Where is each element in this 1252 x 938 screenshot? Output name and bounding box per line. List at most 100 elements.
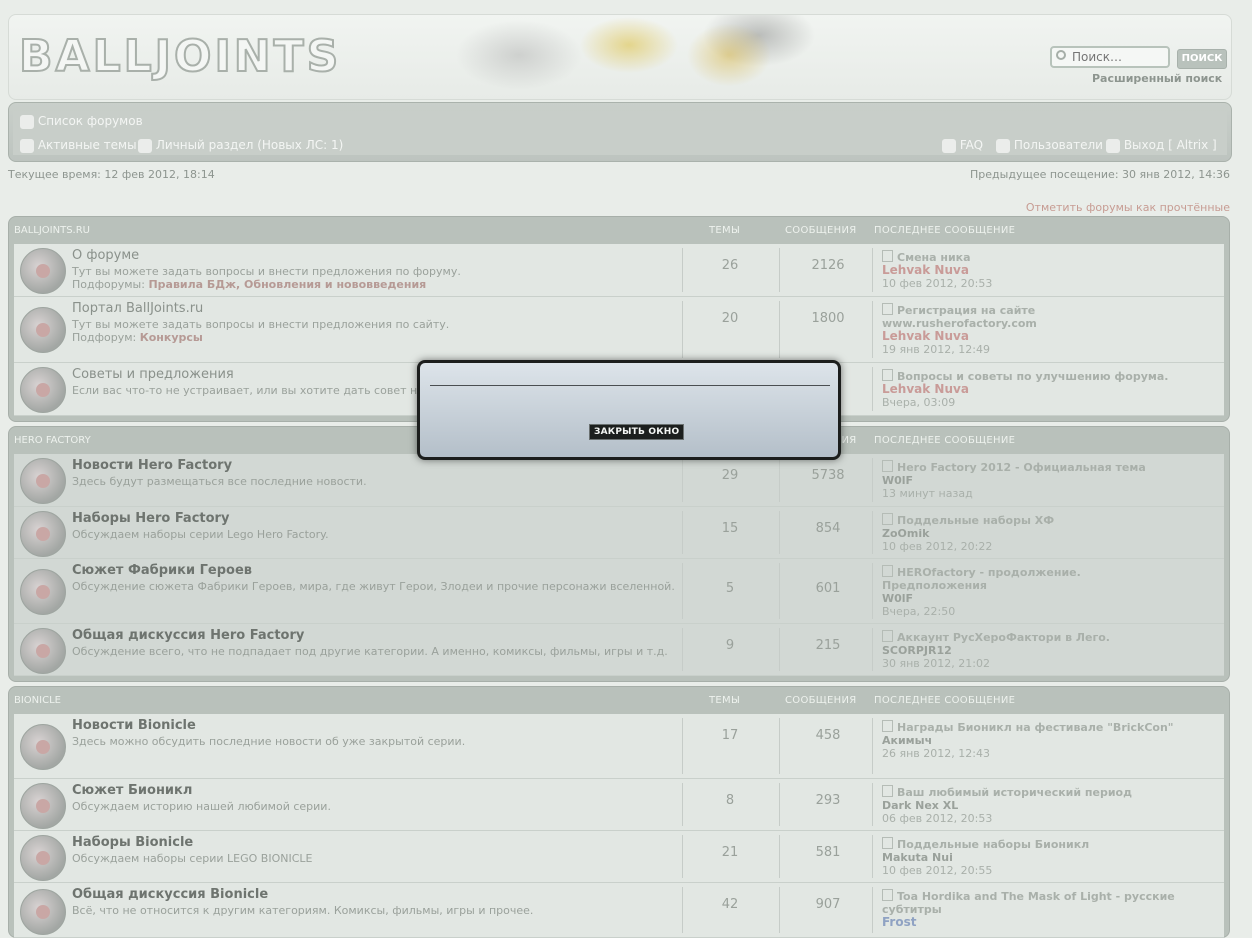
forum-title[interactable]: Наборы Hero Factory xyxy=(72,511,229,526)
search-button[interactable]: ПОИСК xyxy=(1177,49,1227,69)
divider xyxy=(779,511,780,554)
last-post: Вопросы и советы по улучшению форума. Le… xyxy=(882,369,1182,409)
last-post-user[interactable]: SCORPJR12 xyxy=(882,644,1182,657)
topic-count: 21 xyxy=(721,845,739,860)
logout-link[interactable]: Выход [ Altrix ] xyxy=(1124,138,1217,152)
category-title[interactable]: HERO FACTORY xyxy=(14,435,91,446)
last-post-title[interactable]: Toa Hordika and The Mask of Light - русс… xyxy=(882,890,1175,916)
forum-status-icon xyxy=(20,511,66,557)
divider xyxy=(872,718,873,774)
last-post-title[interactable]: Ваш любимый исторический период xyxy=(897,786,1132,799)
forum-status-icon xyxy=(20,248,66,294)
last-post-title[interactable]: Поддельные наборы Бионикл xyxy=(897,838,1089,851)
forum-title[interactable]: О форуме xyxy=(72,248,139,263)
forum-description: Обсуждаем наборы серии LEGO BIONICLE xyxy=(72,852,313,865)
search-input[interactable] xyxy=(1050,46,1170,68)
forum-title[interactable]: Общая дискуссия Bionicle xyxy=(72,887,268,902)
last-post-title[interactable]: Hero Factory 2012 - Официальная тема xyxy=(897,461,1146,474)
forum-status-icon xyxy=(20,889,66,935)
subforums-label: Подфорумы: xyxy=(72,278,145,291)
last-post-title[interactable]: Аккаунт РусХероФактори в Лего. xyxy=(897,631,1110,644)
faq-link[interactable]: FAQ xyxy=(960,138,983,152)
post-icon xyxy=(882,250,893,262)
nav-users[interactable]: Пользователи xyxy=(996,138,1103,153)
private-section-link[interactable]: Личный раздел (Новых ЛС: 1) xyxy=(156,138,343,152)
last-post-user[interactable]: Акимыч xyxy=(882,734,1182,747)
last-post-user[interactable]: Lehvak Nuva xyxy=(882,383,1182,396)
last-post: Toa Hordika and The Mask of Light - русс… xyxy=(882,889,1182,929)
active-topics-link[interactable]: Активные темы xyxy=(38,138,137,152)
nav-active-topics[interactable]: Активные темы xyxy=(20,138,137,153)
forum-title[interactable]: Новости Bionicle xyxy=(72,718,196,733)
category-hero-factory: HERO FACTORY ТЕМЫ СООБЩЕНИЯ ПОСЛЕДНЕЕ СО… xyxy=(8,426,1230,682)
nav-private[interactable]: Личный раздел (Новых ЛС: 1) xyxy=(138,138,343,153)
forum-list-link[interactable]: Список форумов xyxy=(38,114,143,128)
divider xyxy=(872,301,873,358)
post-icon xyxy=(882,460,893,472)
post-count: 1800 xyxy=(811,311,845,326)
nav-faq[interactable]: FAQ xyxy=(942,138,983,153)
forum-title[interactable]: Общая дискуссия Hero Factory xyxy=(72,628,304,643)
last-post-user[interactable]: Makuta Nui xyxy=(882,851,1182,864)
subforums: Подфорумы: Правила БДж, Обновления и нов… xyxy=(72,278,426,291)
topic-count: 29 xyxy=(721,468,739,483)
last-post-user[interactable]: Frost xyxy=(882,916,1182,929)
forum-title[interactable]: Советы и предложения xyxy=(72,367,234,382)
last-post-title[interactable]: HEROfactory - продолжение. Предположения xyxy=(882,566,1081,592)
active-topics-icon xyxy=(20,138,34,153)
advanced-search-link[interactable]: Расширенный поиск xyxy=(1092,72,1222,85)
private-messages-icon xyxy=(138,138,152,153)
forum-row: Новости Hero Factory Здесь будут размеща… xyxy=(14,454,1224,507)
category-title[interactable]: BALLJOINTS.RU xyxy=(14,225,90,236)
forum-title[interactable]: Портал BallJoints.ru xyxy=(72,301,203,316)
last-post-user[interactable]: Lehvak Nuva xyxy=(882,330,1182,343)
last-post: Поддельные наборы ХФ ZoOmik 10 фев 2012,… xyxy=(882,513,1182,553)
forum-title[interactable]: Сюжет Фабрики Героев xyxy=(72,563,252,578)
last-post: Награды Бионикл на фестивале "BrickCon" … xyxy=(882,720,1182,760)
forum-title[interactable]: Новости Hero Factory xyxy=(72,458,232,473)
divider xyxy=(779,887,780,933)
forum-title[interactable]: Сюжет Бионикл xyxy=(72,783,192,798)
nav-logout[interactable]: Выход [ Altrix ] xyxy=(1106,138,1217,153)
last-post-date: Вчера, 22:50 xyxy=(882,605,956,618)
forum-status-icon xyxy=(20,569,66,615)
nav-forum-list[interactable]: Список форумов xyxy=(20,114,143,129)
col-last: ПОСЛЕДНЕЕ СООБЩЕНИЕ xyxy=(874,435,1016,446)
nav-bar xyxy=(8,102,1232,162)
mark-forums-read-link[interactable]: Отметить форумы как прочтённые xyxy=(1026,201,1230,214)
last-post-user[interactable]: ZoOmik xyxy=(882,527,1182,540)
last-post-user[interactable]: Dark Nex XL xyxy=(882,799,1182,812)
last-post-title[interactable]: Регистрация на сайте www.rusherofactory.… xyxy=(882,304,1037,330)
forum-title[interactable]: Наборы Bionicle xyxy=(72,835,193,850)
divider xyxy=(872,248,873,292)
users-icon xyxy=(996,138,1010,153)
last-post-date: 19 янв 2012, 12:49 xyxy=(882,343,990,356)
last-post: Ваш любимый исторический период Dark Nex… xyxy=(882,785,1182,825)
last-post-user[interactable]: W0lF xyxy=(882,592,1182,605)
subforum-links[interactable]: Правила БДж, Обновления и нововведения xyxy=(148,278,426,291)
last-post-user[interactable]: Lehvak Nuva xyxy=(882,264,1182,277)
users-link[interactable]: Пользователи xyxy=(1014,138,1103,152)
last-post-user[interactable]: W0lF xyxy=(882,474,1182,487)
post-count: 215 xyxy=(815,638,841,653)
header-banner-image xyxy=(429,15,1029,99)
divider xyxy=(872,563,873,619)
category-header: BIONICLE ТЕМЫ СООБЩЕНИЯ ПОСЛЕДНЕЕ СООБЩЕ… xyxy=(9,687,1229,711)
forum-status-icon xyxy=(20,307,66,353)
post-icon xyxy=(882,565,893,577)
site-logo[interactable]: BALLJOINTS xyxy=(18,32,341,82)
topic-count: 20 xyxy=(721,311,739,326)
forum-row: Сюжет Бионикл Обсуждаем историю нашей лю… xyxy=(14,779,1224,831)
forum-status-icon xyxy=(20,783,66,829)
last-post-title[interactable]: Награды Бионикл на фестивале "BrickCon" xyxy=(897,721,1174,734)
topic-count: 5 xyxy=(725,581,735,596)
post-icon xyxy=(882,837,893,849)
divider xyxy=(872,783,873,826)
divider xyxy=(682,835,683,878)
subforum-links[interactable]: Конкурсы xyxy=(140,331,203,344)
category-title[interactable]: BIONICLE xyxy=(14,695,61,706)
col-topics: ТЕМЫ xyxy=(709,695,741,706)
post-icon xyxy=(882,889,893,901)
close-window-button[interactable]: ЗАКРЫТЬ ОКНО xyxy=(589,424,685,440)
last-post-title[interactable]: Поддельные наборы ХФ xyxy=(897,514,1054,527)
